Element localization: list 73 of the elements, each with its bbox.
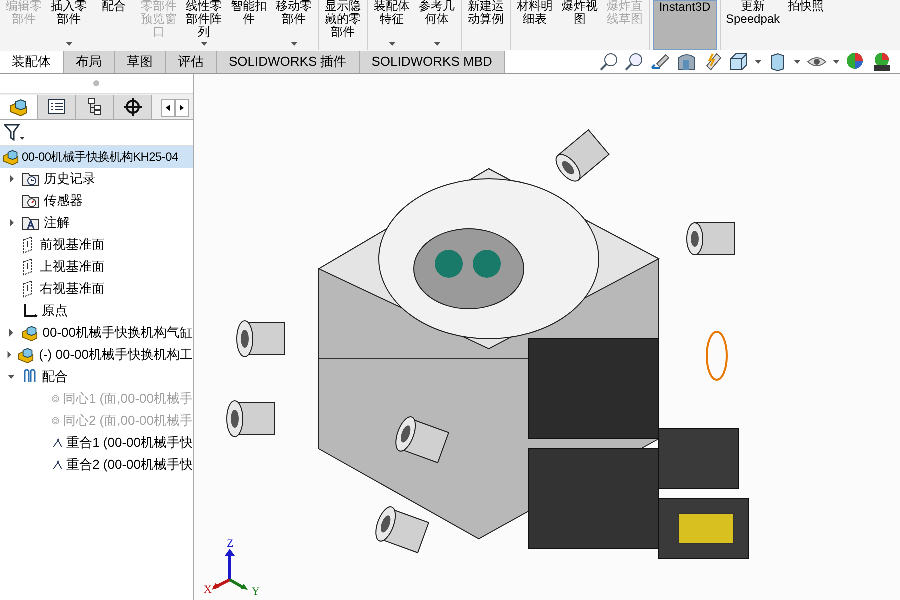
tree-item[interactable]: 历史记录 [44, 169, 96, 189]
zoom-to-area-icon[interactable] [625, 52, 645, 72]
crosshair-icon [124, 98, 142, 116]
toolbar-button[interactable]: 装配体特征 [371, 0, 413, 50]
section-view-icon[interactable] [677, 52, 697, 72]
dropdown-caret-icon [290, 42, 298, 46]
toolbar-button[interactable]: 显示隐藏的零部件 [322, 0, 364, 50]
assembly-part-icon [20, 325, 39, 341]
toolbar-button[interactable]: 爆炸视图 [559, 0, 601, 50]
toolbar-button[interactable]: 插入零部件 [48, 0, 90, 50]
tree-item[interactable]: 原点 [42, 301, 68, 321]
toolbar-button[interactable]: 移动零部件 [273, 0, 315, 50]
toolbar-button[interactable]: Instant3D [653, 0, 717, 50]
dropdown-caret-icon [200, 42, 208, 46]
toolbar-button[interactable]: 智能扣件 [228, 0, 270, 50]
tree-item[interactable]: 传感器 [44, 191, 83, 211]
assembly-part-icon [2, 149, 20, 165]
filter-icon[interactable] [4, 124, 26, 142]
dropdown-caret-icon [66, 42, 72, 46]
property-list-icon [48, 98, 66, 116]
annotation-folder-icon [22, 215, 40, 231]
ribbon-tab[interactable]: SOLIDWORKS MBD [360, 51, 506, 73]
panel-tab[interactable] [114, 95, 152, 119]
dropdown-caret-icon [388, 42, 396, 46]
dropdown-caret-icon [434, 42, 440, 46]
scene-icon[interactable] [872, 52, 892, 72]
panel-tab[interactable] [76, 95, 114, 119]
tree-item[interactable]: 重合1 (00-00机械手快 [66, 433, 193, 453]
scroll-right-button[interactable] [175, 99, 189, 117]
ribbon-tab[interactable]: 装配体 [0, 51, 64, 73]
history-folder-icon [22, 171, 40, 187]
configuration-tree-icon [86, 98, 104, 116]
ribbon-tab[interactable]: 草图 [115, 51, 166, 73]
toolbar-button[interactable]: 参考几何体 [416, 0, 458, 50]
x-axis-label: X [204, 582, 212, 598]
tree-item[interactable]: (-) 00-00机械手快换机构工 [39, 345, 193, 365]
z-axis-label: Z [227, 536, 234, 552]
toolbar-button[interactable]: 新建运动算例 [465, 0, 507, 50]
assembly-part-icon [17, 347, 36, 363]
sensor-folder-icon [22, 193, 40, 209]
origin-icon [22, 303, 38, 319]
previous-view-icon[interactable] [651, 52, 671, 72]
ribbon-tab[interactable]: SOLIDWORKS 插件 [217, 51, 360, 73]
tree-item[interactable]: 上视基准面 [40, 257, 105, 277]
tree-item[interactable]: 重合2 (00-00机械手快 [66, 455, 193, 475]
right-arrow-icon [180, 105, 184, 111]
grip-dot-icon[interactable] [93, 80, 100, 87]
tree-item[interactable]: 前视基准面 [40, 235, 105, 255]
view-orientation-icon[interactable] [729, 52, 749, 72]
scroll-left-button[interactable] [161, 99, 175, 117]
toolbar-button[interactable]: 更新 Speedpak [724, 0, 782, 50]
toolbar-button[interactable]: 材料明细表 [514, 0, 556, 50]
left-arrow-icon [166, 105, 170, 111]
tree-item[interactable]: 注解 [44, 213, 70, 233]
toolbar-button[interactable]: 配合 [93, 0, 135, 50]
toolbar-button[interactable]: 线性零部件阵列 [183, 0, 225, 50]
panel-tab[interactable] [0, 95, 38, 119]
zoom-to-fit-icon[interactable] [599, 52, 619, 72]
assembly-icon [10, 98, 28, 116]
display-style-caret-icon [794, 60, 801, 64]
panel-tab[interactable] [38, 95, 76, 119]
y-axis-label: Y [252, 584, 260, 600]
tree-item[interactable]: 右视基准面 [40, 279, 105, 299]
expand-arrow-icon[interactable] [6, 351, 14, 359]
hide-show-caret-icon [833, 60, 840, 64]
appearance-icon[interactable] [846, 52, 866, 72]
expand-arrow-icon[interactable] [6, 373, 18, 381]
view-orientation-caret-icon [755, 60, 762, 64]
tree-item[interactable]: 00-00机械手快换机构气缸 [42, 323, 193, 343]
tree-item[interactable]: 配合 [42, 367, 68, 387]
toolbar-button[interactable]: 拍快照 [785, 0, 828, 50]
ribbon-tab[interactable]: 布局 [64, 51, 115, 73]
ribbon-tab[interactable]: 评估 [166, 51, 217, 73]
